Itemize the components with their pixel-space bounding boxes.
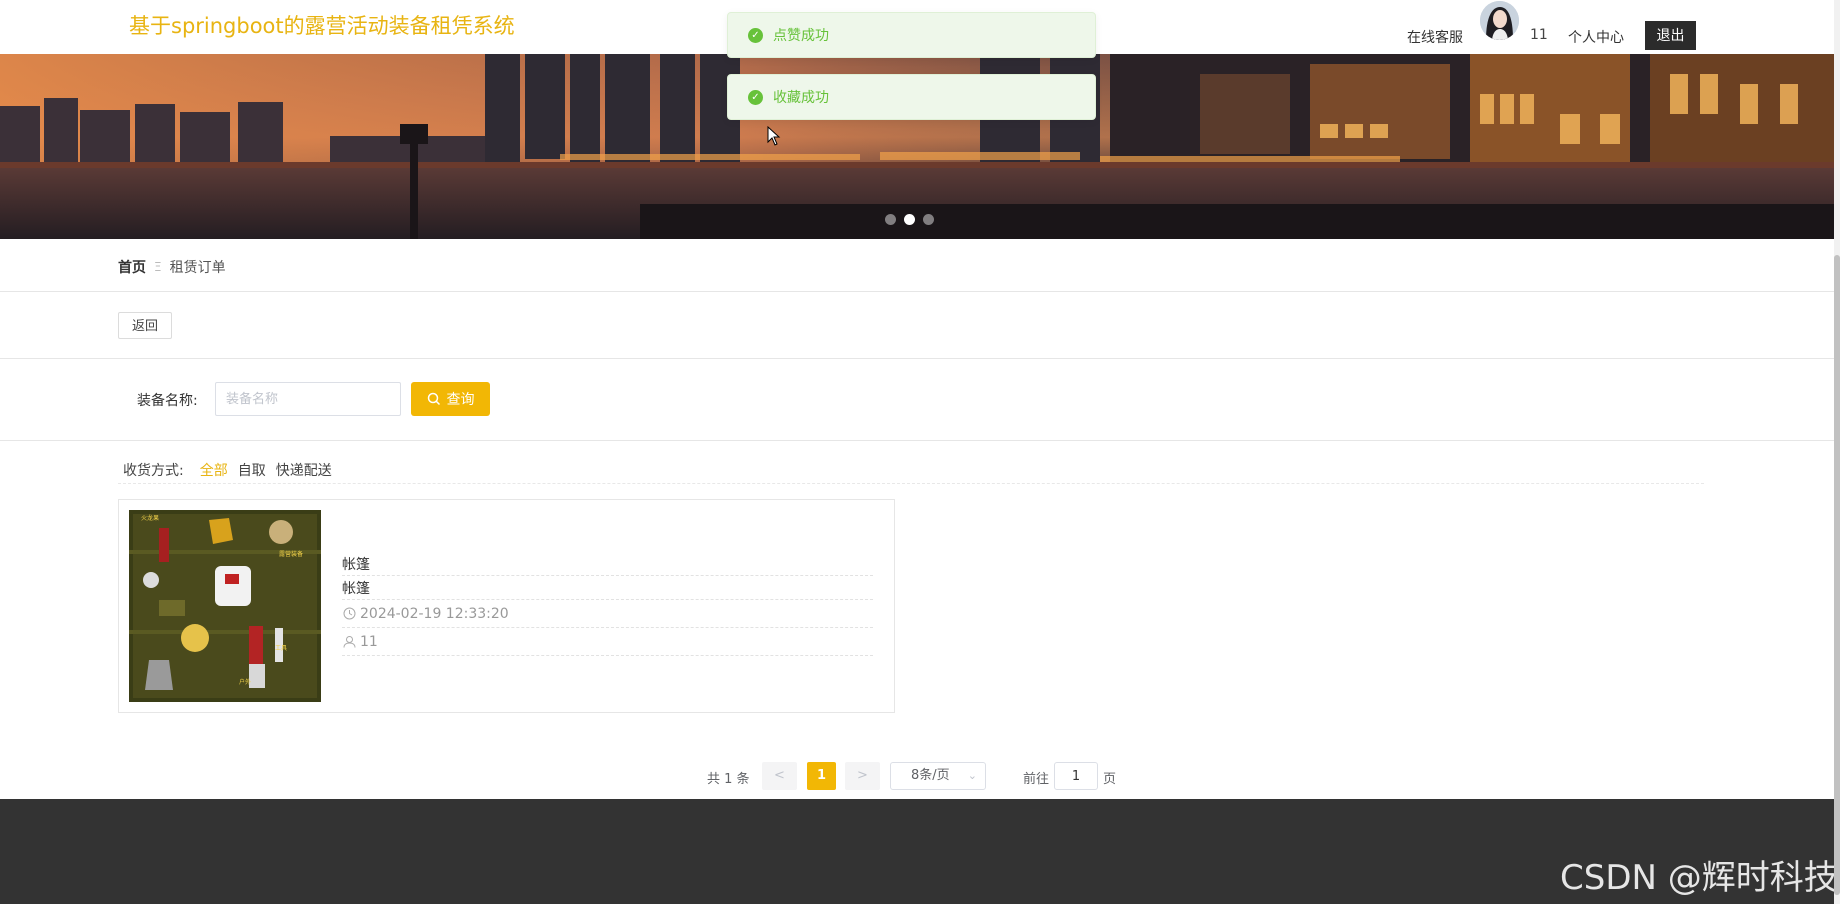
chevron-down-icon: ⌄: [967, 769, 977, 782]
search-button-label: 查询: [446, 391, 475, 407]
delivery-filter: 收货方式: 全部 自取 快递配送: [123, 460, 342, 480]
order-card[interactable]: 火龙果露营装备 户外 工具 帐篷 帐篷 2024-02-19 12:33:20 1…: [118, 499, 895, 713]
page-size-value: 8条/页: [911, 768, 950, 783]
product-image[interactable]: 火龙果露营装备 户外 工具: [129, 510, 321, 702]
carousel-dots: [885, 214, 934, 226]
success-toast: ✓ 点赞成功: [727, 12, 1096, 58]
svg-text:露营装备: 露营装备: [279, 550, 303, 558]
success-toast: ✓ 收藏成功: [727, 74, 1096, 120]
mouse-cursor-icon: [767, 126, 781, 146]
filter-option-express[interactable]: 快递配送: [276, 460, 332, 480]
footer: [0, 799, 1834, 904]
site-title[interactable]: 基于springboot的露营活动装备租凭系统: [129, 10, 515, 40]
watermark: CSDN @辉时科技: [1560, 858, 1838, 898]
item-user: 11: [342, 628, 873, 656]
prev-page-button[interactable]: <: [762, 762, 797, 790]
pagination: 共 1 条 < 1 > 8条/页 ⌄ 前往 页: [0, 762, 1840, 790]
search-button[interactable]: 查询: [411, 382, 490, 416]
goto-unit: 页: [1103, 772, 1117, 787]
divider: [0, 440, 1834, 441]
breadcrumb-separator: Ξ: [154, 260, 162, 274]
goto-label: 前往: [1023, 772, 1050, 787]
divider: [0, 358, 1834, 359]
page-number-current[interactable]: 1: [807, 762, 836, 790]
svg-text:火龙果: 火龙果: [141, 514, 159, 522]
page-size-select[interactable]: 8条/页 ⌄: [890, 762, 986, 790]
search-icon: [427, 392, 440, 406]
breadcrumb-current: 租赁订单: [169, 260, 226, 276]
filter-option-pickup[interactable]: 自取: [238, 460, 266, 480]
equipment-name-input[interactable]: [215, 382, 401, 416]
toast-message: 收藏成功: [773, 90, 829, 106]
next-page-button[interactable]: >: [845, 762, 880, 790]
goto-page-input[interactable]: [1054, 762, 1098, 790]
item-time: 2024-02-19 12:33:20: [342, 600, 873, 628]
back-button[interactable]: 返回: [118, 312, 172, 339]
svg-text:户外: 户外: [239, 678, 251, 686]
clock-icon: [342, 607, 356, 621]
item-user-text: 11: [360, 633, 378, 650]
avatar[interactable]: [1480, 1, 1519, 40]
username-label: 11: [1530, 27, 1548, 43]
user-center-link[interactable]: 个人中心: [1568, 27, 1624, 47]
item-name-text: 帐篷: [342, 556, 370, 573]
item-category-text: 帐篷: [342, 580, 370, 597]
item-time-text: 2024-02-19 12:33:20: [360, 605, 509, 622]
breadcrumb: 首页 Ξ 租赁订单: [118, 257, 226, 277]
item-name: 帐篷: [342, 552, 873, 576]
item-category: 帐篷: [342, 576, 873, 600]
toast-message: 点赞成功: [773, 28, 829, 44]
carousel-dot-active[interactable]: [904, 214, 915, 225]
user-icon: [342, 635, 356, 649]
scrollbar-thumb[interactable]: [1834, 255, 1840, 895]
pagination-total: 共 1 条: [707, 772, 750, 787]
carousel-dot[interactable]: [885, 214, 896, 225]
svg-text:工具: 工具: [275, 645, 287, 652]
vertical-scrollbar[interactable]: [1834, 0, 1840, 904]
equipment-name-label: 装备名称:: [137, 393, 198, 409]
divider: [118, 483, 1704, 484]
online-service-link[interactable]: 在线客服: [1407, 27, 1463, 47]
logout-button[interactable]: 退出: [1645, 21, 1696, 50]
check-circle-icon: ✓: [748, 89, 763, 105]
breadcrumb-home[interactable]: 首页: [118, 257, 146, 277]
check-circle-icon: ✓: [748, 27, 763, 43]
filter-option-all[interactable]: 全部: [200, 460, 228, 480]
delivery-filter-label: 收货方式:: [123, 463, 184, 479]
divider: [0, 291, 1834, 292]
carousel-dot[interactable]: [923, 214, 934, 225]
